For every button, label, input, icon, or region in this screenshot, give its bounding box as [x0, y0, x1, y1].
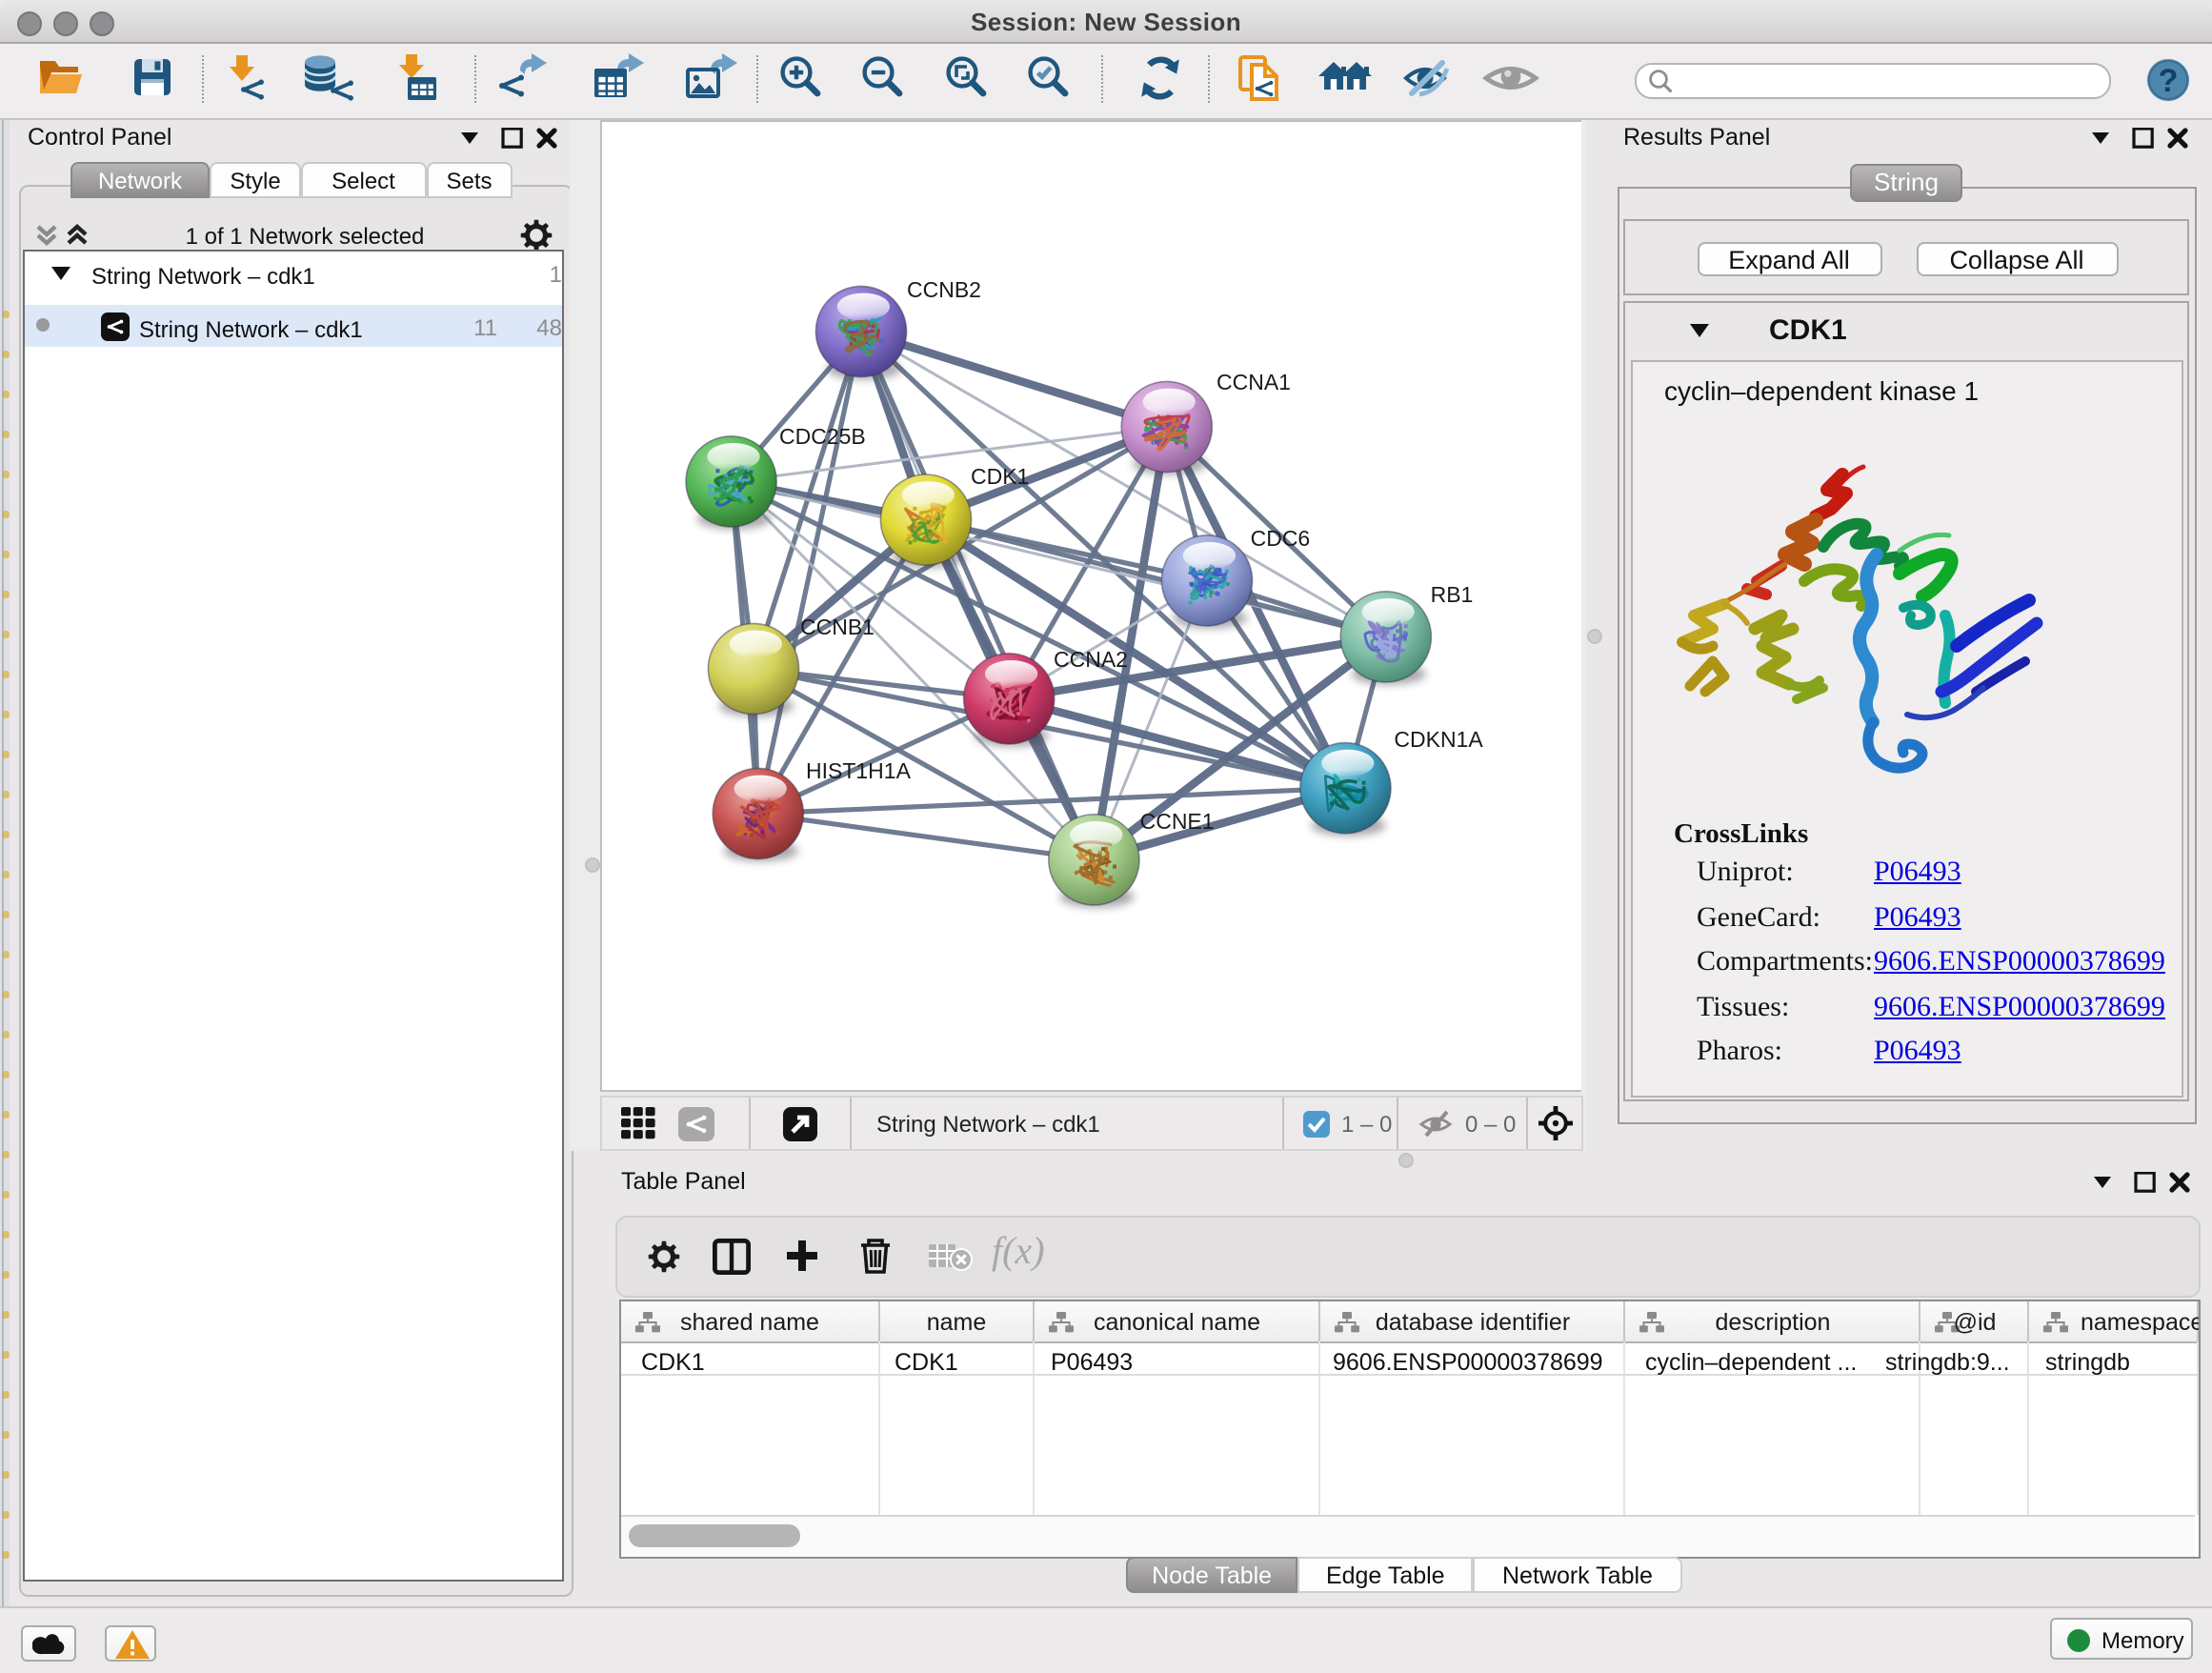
svg-text:HIST1H1A: HIST1H1A: [806, 758, 912, 783]
svg-text:?: ?: [2159, 62, 2179, 98]
svg-text:CCNB2: CCNB2: [907, 277, 981, 302]
svg-text:CDC25B: CDC25B: [779, 424, 866, 449]
svg-text:CCNA2: CCNA2: [1054, 647, 1128, 672]
svg-text:CDK1: CDK1: [971, 464, 1029, 489]
svg-text:RB1: RB1: [1431, 582, 1474, 607]
svg-text:CCNA1: CCNA1: [1217, 370, 1291, 394]
svg-text:CCNB1: CCNB1: [800, 615, 875, 639]
svg-text:CDC6: CDC6: [1251, 526, 1311, 551]
svg-text:CDKN1A: CDKN1A: [1394, 727, 1483, 752]
svg-text:CCNE1: CCNE1: [1140, 809, 1215, 834]
